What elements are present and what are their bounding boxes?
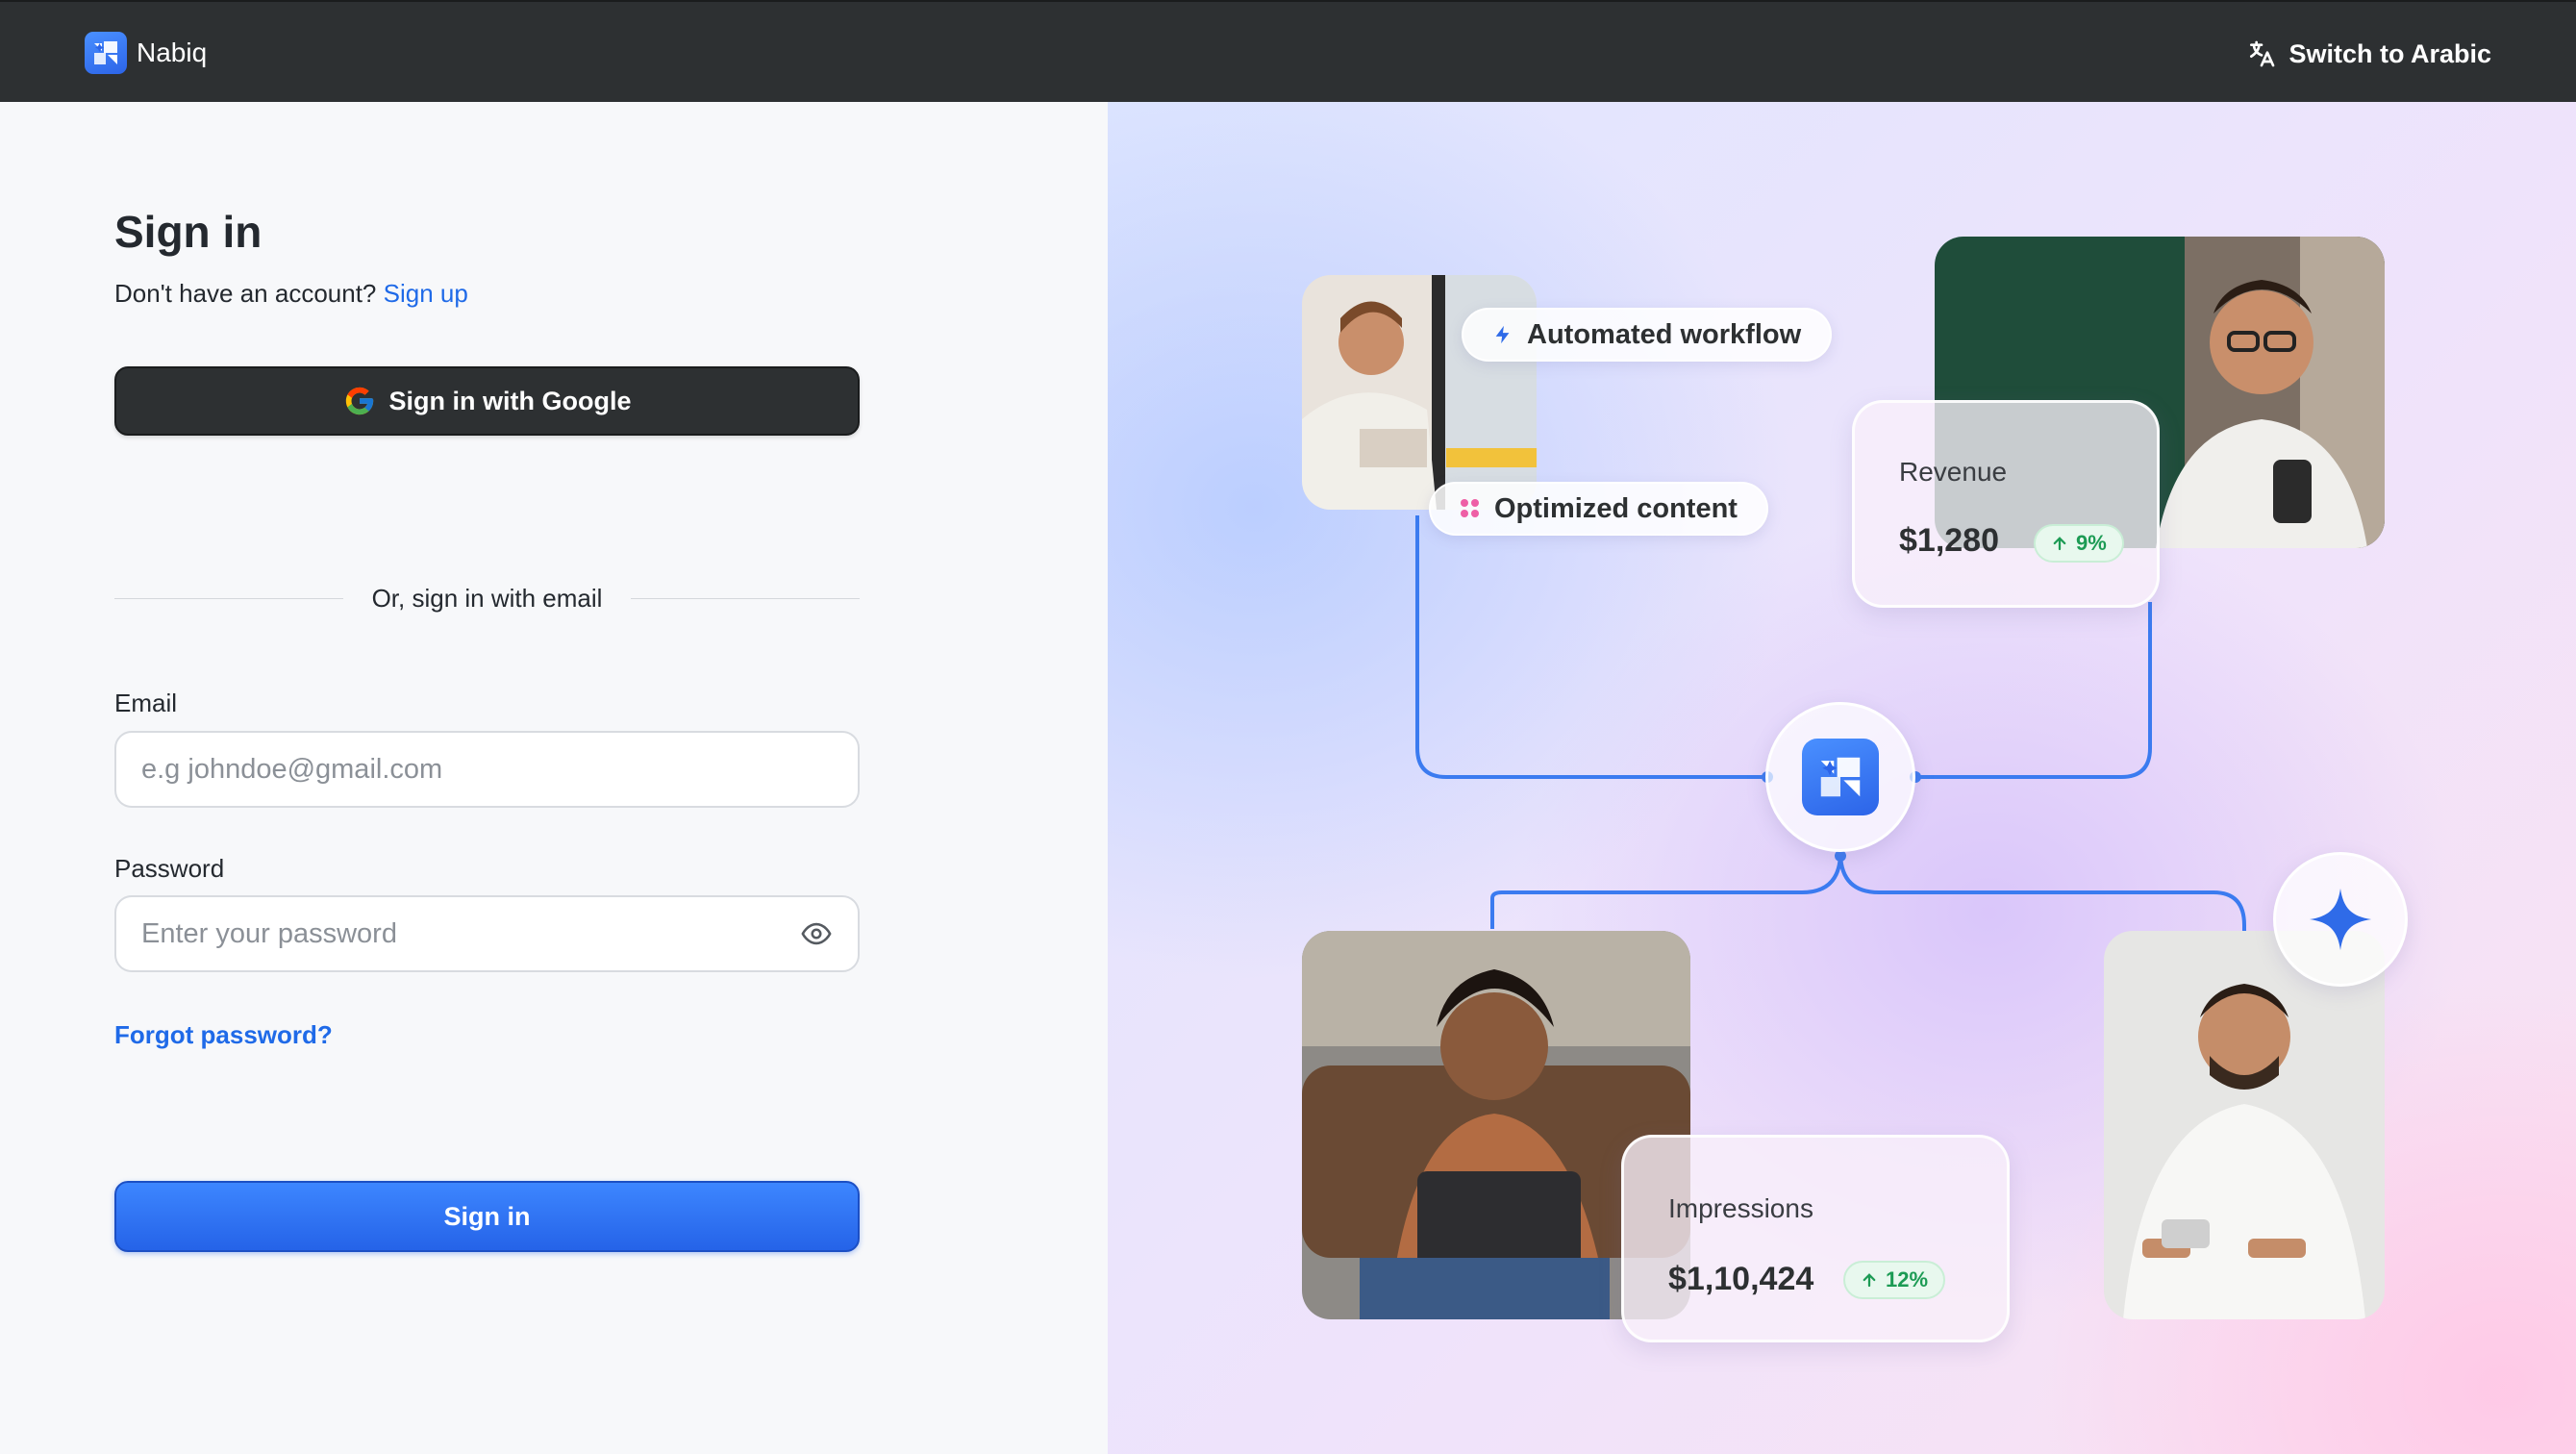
revenue-value: $1,280: [1899, 522, 1999, 559]
divider-line-right: [631, 597, 860, 599]
forgot-password-link[interactable]: Forgot password?: [114, 1020, 333, 1050]
revenue-change-badge: 9%: [2034, 524, 2124, 563]
sparkle-node: [2273, 852, 2408, 987]
dots-grid-icon: [1461, 499, 1479, 517]
impressions-change: 12%: [1886, 1267, 1929, 1291]
pill-automated-label: Automated workflow: [1527, 318, 1802, 350]
impressions-card: Impressions $1,10,424 12%: [1621, 1135, 2010, 1342]
switch-language-button[interactable]: Switch to Arabic: [2246, 34, 2491, 74]
revenue-card: Revenue $1,280 9%: [1852, 400, 2160, 608]
impressions-value: $1,10,424: [1668, 1261, 1814, 1297]
signup-link[interactable]: Sign up: [384, 279, 468, 308]
switch-language-label: Switch to Arabic: [2288, 38, 2491, 68]
brand-name: Nabiq: [137, 38, 208, 67]
revenue-change: 9%: [2076, 531, 2107, 555]
signin-submit-button[interactable]: Sign in: [114, 1181, 860, 1252]
brand[interactable]: Nabiq: [85, 31, 207, 75]
pill-optimized-label: Optimized content: [1494, 492, 1738, 524]
translate-icon: [2250, 40, 2275, 67]
google-g-icon: [345, 387, 373, 415]
top-bar: Nabiq Switch to Arabic: [0, 0, 2576, 102]
nabiq-logo-icon: [85, 32, 127, 74]
arrow-up-icon: [2053, 537, 2066, 551]
no-account-text: Don't have an account?: [114, 279, 377, 308]
impressions-title: Impressions: [1668, 1193, 1813, 1223]
password-input[interactable]: [141, 917, 800, 950]
revenue-title: Revenue: [1899, 457, 2008, 487]
hub-node: [1765, 702, 1915, 852]
password-field: [114, 895, 860, 972]
pill-optimized-content: Optimized content: [1429, 482, 1768, 536]
google-signin-button[interactable]: Sign in with Google: [114, 366, 860, 436]
hero-illustration: Automated workflow Optimized content Rev…: [1108, 102, 2576, 1454]
nabiq-logo-icon: [1802, 739, 1879, 815]
eye-icon[interactable]: [800, 917, 833, 950]
divider-text: Or, sign in with email: [371, 583, 603, 613]
lightning-icon: [1495, 325, 1510, 344]
page-title: Sign in: [114, 207, 263, 257]
email-divider: Or, sign in with email: [114, 579, 860, 617]
email-label: Email: [114, 689, 178, 717]
pill-automated-workflow: Automated workflow: [1462, 308, 1833, 362]
sparkle-icon: [2309, 888, 2372, 951]
email-field: [114, 731, 860, 808]
signup-prompt: Don't have an account? Sign up: [114, 279, 468, 309]
password-label: Password: [114, 854, 225, 883]
photo-man-white-shirt: [2104, 931, 2385, 1319]
impressions-change-badge: 12%: [1843, 1261, 1946, 1299]
divider-line-left: [114, 597, 343, 599]
arrow-up-icon: [1863, 1273, 1876, 1288]
email-input[interactable]: [141, 753, 833, 786]
google-signin-label: Sign in with Google: [388, 386, 632, 415]
